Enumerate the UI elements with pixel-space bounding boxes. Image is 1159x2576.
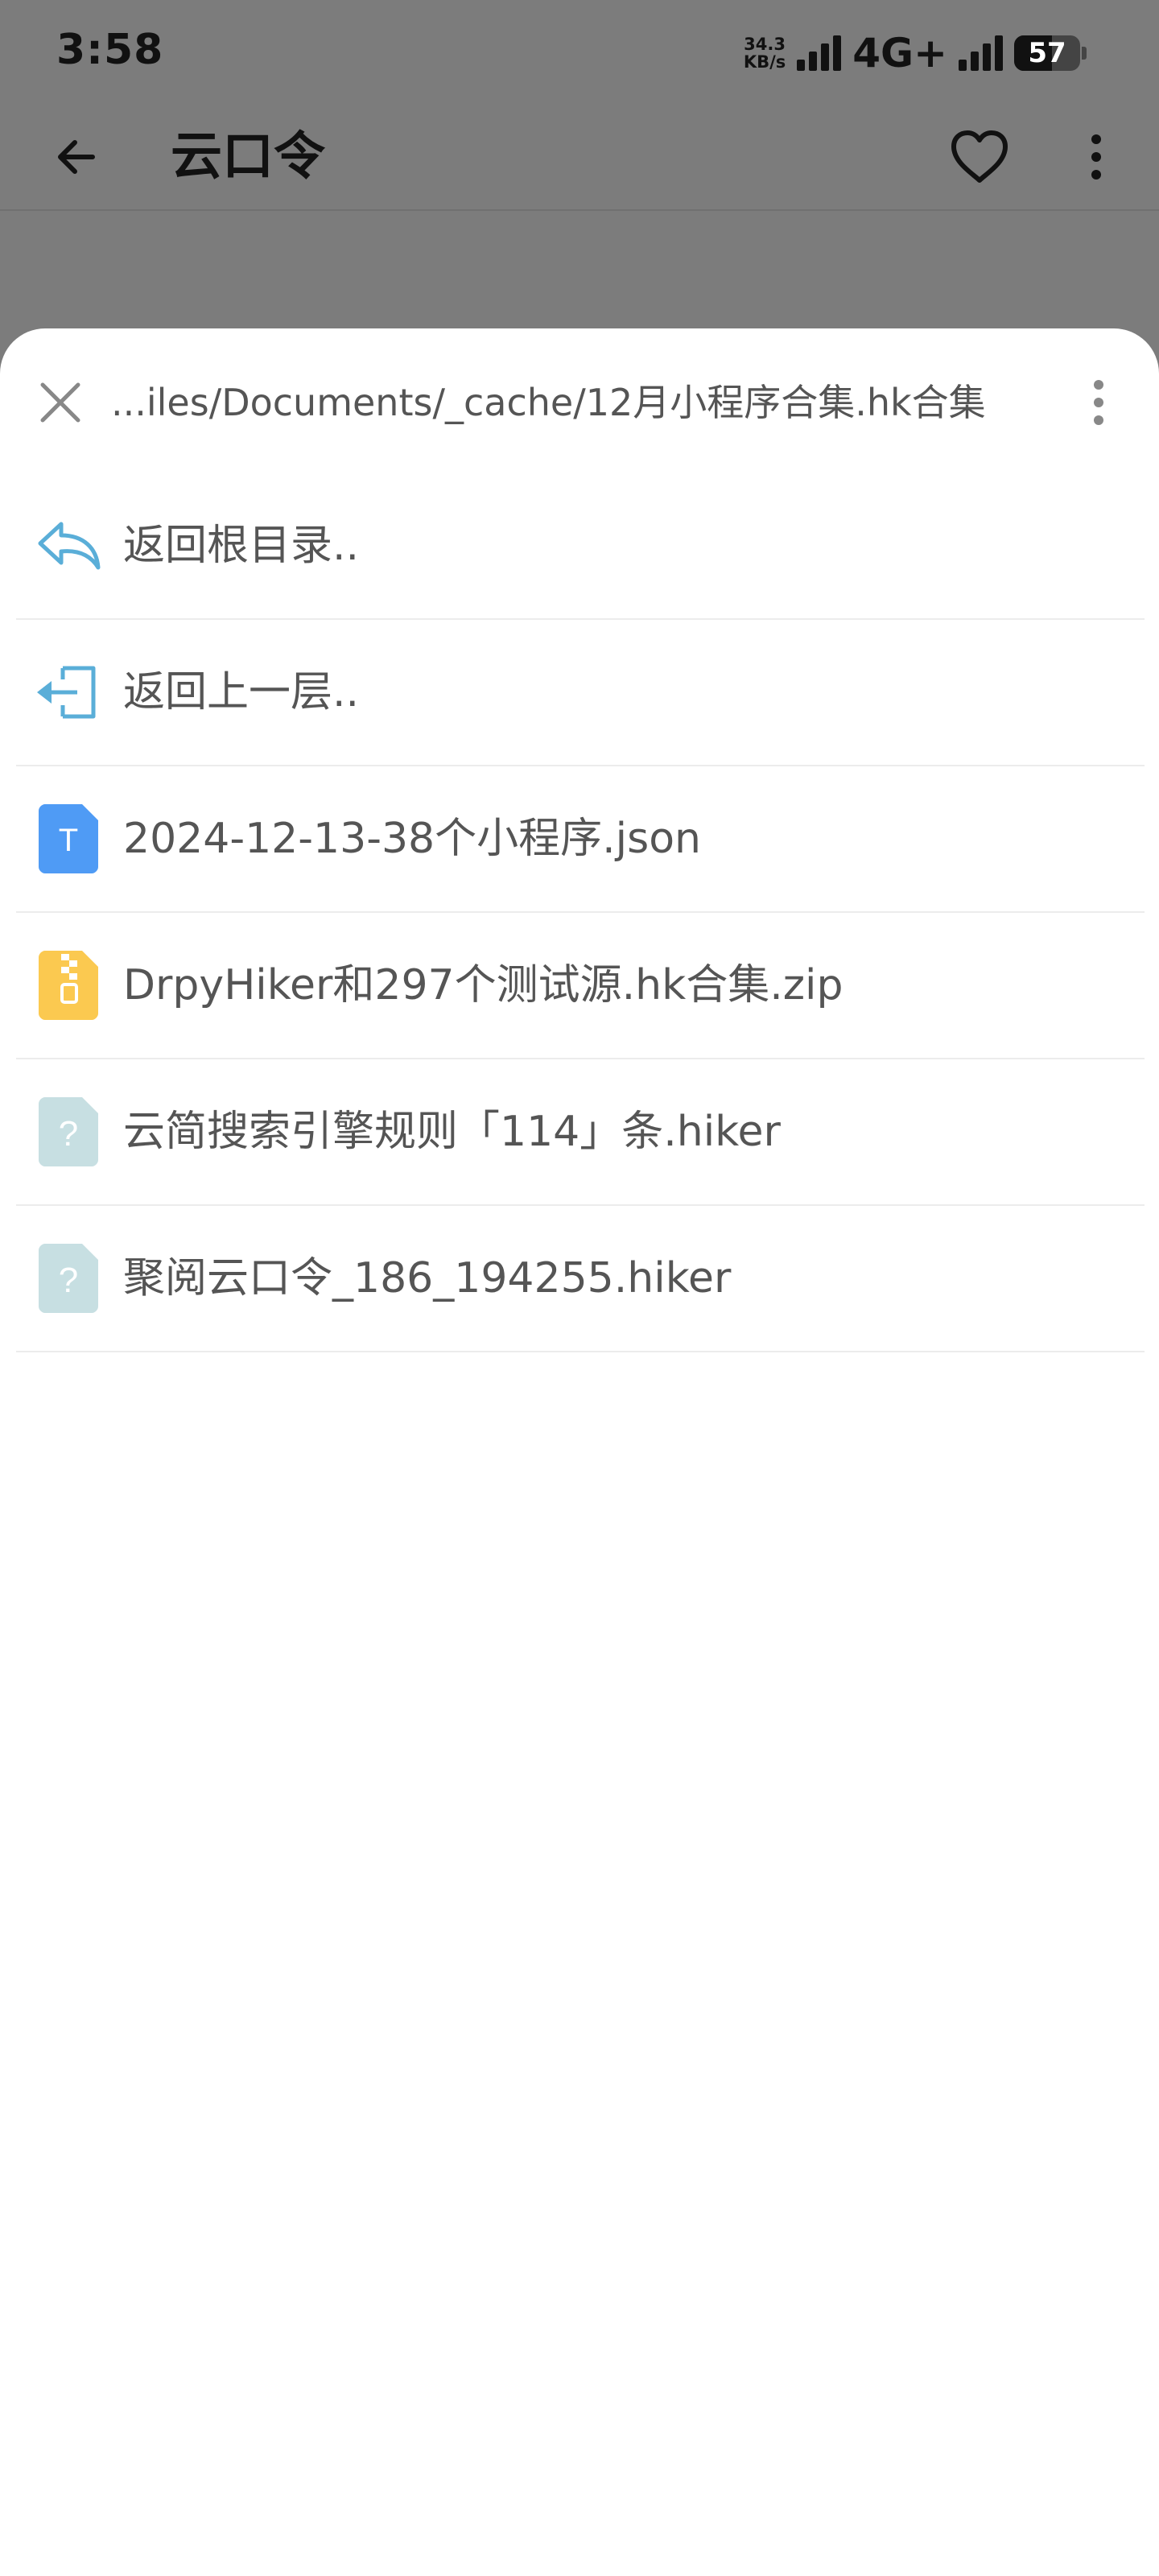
favorite-button[interactable] xyxy=(943,125,1016,189)
more-vertical-icon xyxy=(1094,380,1103,425)
list-item-file[interactable]: DrpyHiker和297个测试源.hk合集.zip xyxy=(16,913,1145,1059)
battery-level: 57 xyxy=(1028,37,1066,69)
sheet-menu-button[interactable] xyxy=(1070,370,1127,435)
file-list: 返回根目录.. 返回上一层.. T 2024-12-13-38个小程序.json… xyxy=(16,473,1145,1352)
current-path: ...iles/Documents/_cache/12月小程序合集.hk合集 xyxy=(111,381,986,424)
sheet-header: ...iles/Documents/_cache/12月小程序合集.hk合集 xyxy=(0,328,1159,473)
list-item-file[interactable]: ? 云简搜索引擎规则「114」条.hiker xyxy=(16,1059,1145,1206)
screen: 3:58 34.3 KB/s 4G+ 57 云口令 ...iles/Docume… xyxy=(0,0,1159,2576)
network-speed-unit: KB/s xyxy=(743,52,786,72)
list-item-file[interactable]: T 2024-12-13-38个小程序.json xyxy=(16,766,1145,913)
status-time: 3:58 xyxy=(56,26,164,74)
unknown-file-icon: ? xyxy=(34,1244,103,1313)
app-bar: 云口令 xyxy=(0,105,1159,211)
network-speed-value: 34.3 xyxy=(744,35,786,54)
list-item-label: 2024-12-13-38个小程序.json xyxy=(123,815,701,863)
heart-outline-icon xyxy=(951,130,1008,183)
unknown-file-icon-glyph: ? xyxy=(59,1261,78,1300)
zip-file-icon xyxy=(34,951,103,1020)
reply-arrow-icon xyxy=(34,511,103,580)
list-item-label: DrpyHiker和297个测试源.hk合集.zip xyxy=(123,961,843,1009)
list-item-root[interactable]: 返回根目录.. xyxy=(16,473,1145,620)
battery-icon: 57 xyxy=(1014,35,1080,71)
list-item-file[interactable]: ? 聚阅云口令_186_194255.hiker xyxy=(16,1206,1145,1352)
list-item-label: 返回上一层.. xyxy=(123,668,360,716)
back-button[interactable] xyxy=(44,125,109,189)
signal-strength-icon xyxy=(797,35,842,71)
more-vertical-icon xyxy=(1091,134,1101,180)
status-indicators: 34.3 KB/s 4G+ 57 xyxy=(744,30,1087,76)
text-file-icon: T xyxy=(34,804,103,873)
list-item-label: 聚阅云口令_186_194255.hiker xyxy=(123,1254,732,1302)
page-title: 云口令 xyxy=(171,127,325,187)
text-file-icon-letter: T xyxy=(59,823,78,858)
unknown-file-icon: ? xyxy=(34,1097,103,1166)
exit-arrow-icon xyxy=(34,658,103,727)
unknown-file-icon-glyph: ? xyxy=(59,1114,78,1154)
file-picker-sheet: ...iles/Documents/_cache/12月小程序合集.hk合集 返… xyxy=(0,328,1159,2576)
list-item-label: 返回根目录.. xyxy=(123,522,360,570)
battery-tip xyxy=(1082,47,1087,60)
network-speed: 34.3 KB/s xyxy=(744,35,786,71)
status-bar: 3:58 34.3 KB/s 4G+ 57 xyxy=(0,0,1159,105)
arrow-left-icon xyxy=(58,140,95,174)
close-button[interactable] xyxy=(32,370,89,435)
signal-strength-icon-2 xyxy=(959,35,1003,71)
close-icon xyxy=(40,382,80,423)
network-type: 4G+ xyxy=(852,30,947,76)
list-item-parent[interactable]: 返回上一层.. xyxy=(16,620,1145,766)
more-options-button[interactable] xyxy=(1064,125,1128,189)
list-item-label: 云简搜索引擎规则「114」条.hiker xyxy=(123,1108,781,1156)
